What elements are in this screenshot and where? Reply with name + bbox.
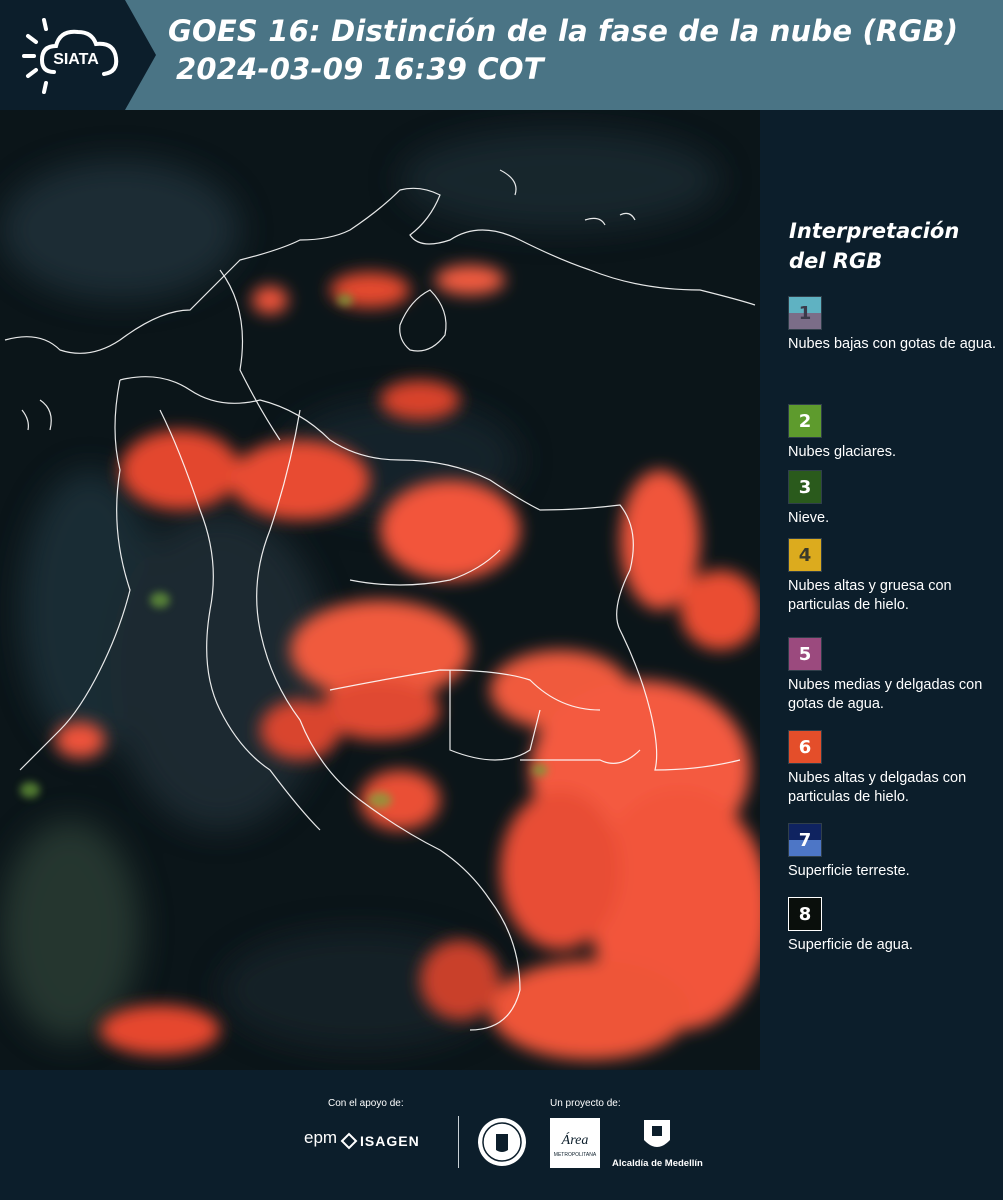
area-metropolitana-mark-icon: Área METROPOLITANA xyxy=(554,1131,597,1158)
legend-label: Nubes altas y delgadas con particulas de… xyxy=(788,770,967,805)
legend-label: Superficie de agua. xyxy=(788,937,913,953)
legend-swatch: 2 xyxy=(788,404,822,438)
legend-title: Interpretación del RGB xyxy=(789,216,989,276)
epm-logo: epm xyxy=(304,1128,338,1147)
footer-divider xyxy=(458,1116,459,1168)
legend-number: 4 xyxy=(798,544,812,566)
siata-logo-icon: SIATA xyxy=(22,18,119,94)
logo-text: SIATA xyxy=(53,51,99,68)
area-logo-wordmark: Área xyxy=(561,1131,589,1148)
legend-item-3: 3 Nieve. xyxy=(788,470,1000,528)
legend-swatch: 7 xyxy=(788,823,822,857)
legend-item-5: 5 Nubes medias y delgadas con gotas de ag… xyxy=(788,637,1000,714)
project-label: Un proyecto de: xyxy=(550,1098,621,1109)
legend-item-2: 2 Nubes glaciares. xyxy=(788,404,1000,462)
legend-title-line-1: Interpretación xyxy=(789,219,960,243)
isagen-logo: ISAGEN xyxy=(360,1133,420,1149)
area-logo-subtext: METROPOLITANA xyxy=(554,1152,597,1158)
support-label: Con el apoyo de: xyxy=(328,1098,404,1109)
legend-swatch: 6 xyxy=(788,730,822,764)
legend-label: Superficie terreste. xyxy=(788,863,910,879)
legend-label: Nubes medias y delgadas con gotas de agu… xyxy=(788,677,983,712)
legend-item-8: 8 Superficie de agua. xyxy=(788,897,1000,955)
satellite-map xyxy=(0,110,760,1070)
legend-swatch: 3 xyxy=(788,470,822,504)
legend-panel: Interpretación del RGB 1 Nubes bajas con … xyxy=(770,110,1000,1070)
legend-swatch: 1 xyxy=(788,296,822,330)
legend-number: 5 xyxy=(798,643,812,665)
isagen-mark-icon xyxy=(340,1132,358,1150)
legend-number: 3 xyxy=(798,476,812,498)
legend-label: Nubes altas y gruesa con particulas de h… xyxy=(788,578,952,613)
title-line-2: 2024-03-09 16:39 COT xyxy=(176,52,544,86)
legend-label: Nieve. xyxy=(788,510,830,526)
alcaldia-label: Alcaldía de Medellín xyxy=(612,1158,703,1169)
header-bar: SIATA GOES 16: Distinción de la fase de … xyxy=(0,0,1003,110)
page-title: GOES 16: Distinción de la fase de la nub… xyxy=(168,12,998,88)
medellin-shield-icon xyxy=(644,1120,670,1147)
legend-title-line-2: del RGB xyxy=(789,249,883,273)
legend-number: 7 xyxy=(798,829,812,851)
area-metropolitana-logo: Área METROPOLITANA xyxy=(550,1118,600,1168)
legend-swatch: 5 xyxy=(788,637,822,671)
legend-swatch: 8 xyxy=(788,897,822,931)
legend-swatch: 4 xyxy=(788,538,822,572)
legend-number: 8 xyxy=(798,903,812,925)
legend-item-6: 6 Nubes altas y delgadas con particulas d… xyxy=(788,730,1000,807)
title-line-1: GOES 16: Distinción de la fase de la nub… xyxy=(168,14,959,48)
legend-label: Nubes bajas con gotas de agua. xyxy=(788,336,996,352)
legend-item-7: 7 Superficie terreste. xyxy=(788,823,1000,881)
legend-item-1: 1 Nubes bajas con gotas de agua. xyxy=(788,296,1000,354)
logo-panel: SIATA xyxy=(0,0,156,110)
legend-item-4: 4 Nubes altas y gruesa con particulas de … xyxy=(788,538,1000,615)
legend-number: 1 xyxy=(798,302,812,324)
legend-number: 6 xyxy=(798,736,812,758)
seal-icon xyxy=(478,1118,526,1166)
rgb-composite-image xyxy=(0,110,760,1070)
legend-number: 2 xyxy=(798,410,812,432)
legend-label: Nubes glaciares. xyxy=(788,444,896,460)
footer: Con el apoyo de: Un proyecto de: epm ISA… xyxy=(0,1070,1003,1200)
